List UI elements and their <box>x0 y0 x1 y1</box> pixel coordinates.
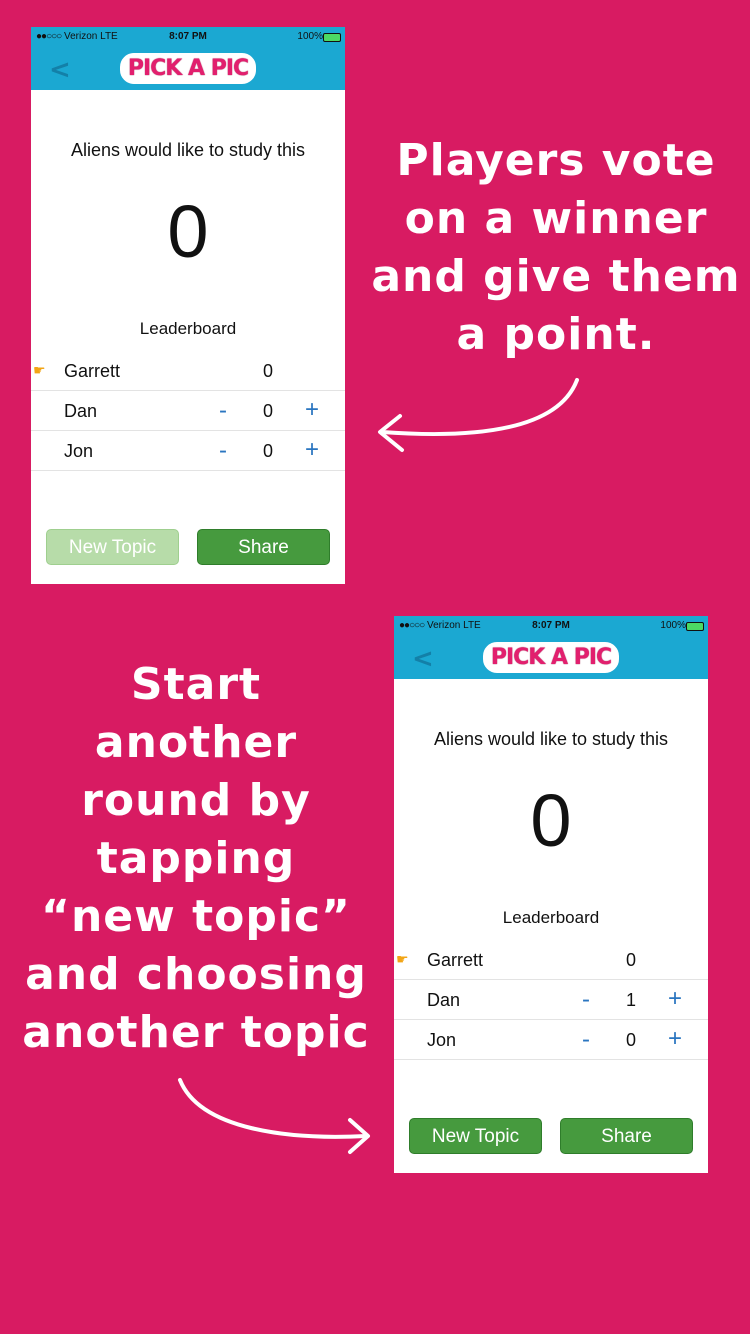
player-name: Jon <box>64 441 94 461</box>
nav-bar: < PICK A PIC <box>394 636 708 679</box>
player-points: 0 <box>263 401 274 421</box>
decrement-button[interactable]: - <box>582 986 590 1014</box>
caption-line: another topic <box>22 1007 370 1058</box>
arrow-to-new-topic-icon <box>178 1078 370 1154</box>
caption-line: Players vote <box>396 135 716 186</box>
battery-percent: 100% <box>297 31 323 42</box>
leaderboard-row: ☛ Garrett 0 <box>394 940 708 980</box>
increment-button[interactable]: + <box>668 1025 682 1053</box>
status-bar: ●●○○○ Verizon LTE 8:07 PM 100% <box>31 27 345 47</box>
player-name: Garrett <box>427 950 484 970</box>
caption-line: “new topic” <box>41 891 351 942</box>
player-points: 0 <box>626 1030 637 1050</box>
battery-icon <box>686 622 704 631</box>
player-points: 0 <box>263 441 274 461</box>
caption-line: round by <box>81 775 311 826</box>
player-name: Dan <box>427 990 461 1010</box>
player-points: 0 <box>263 361 274 381</box>
caption-line: a point. <box>456 309 656 360</box>
phone-screen-new-round: ●●○○○ Verizon LTE 8:07 PM 100% < PICK A … <box>394 616 708 1173</box>
increment-button[interactable]: + <box>668 985 682 1013</box>
decrement-button[interactable]: - <box>219 437 227 465</box>
logo-text: PICK A PIC <box>482 642 620 673</box>
nav-bar: < PICK A PIC <box>31 47 345 90</box>
action-buttons: New Topic Share <box>409 1118 693 1154</box>
new-round-caption: Start another round by tapping “new topi… <box>10 656 382 1062</box>
increment-button[interactable]: + <box>305 396 319 424</box>
increment-button[interactable]: + <box>305 436 319 464</box>
leaderboard-row: Dan - 0 + <box>31 391 345 431</box>
player-points: 1 <box>626 990 637 1010</box>
phone-screen-vote: ●●○○○ Verizon LTE 8:07 PM 100% < PICK A … <box>31 27 345 584</box>
round-score: 0 <box>530 779 572 862</box>
leaderboard-list: ☛ Garrett 0 Dan - 1 + Jon - 0 + <box>394 940 708 1060</box>
decrement-button[interactable]: - <box>219 397 227 425</box>
player-name: Garrett <box>64 361 121 381</box>
caption-line: tapping <box>96 833 296 884</box>
player-points: 0 <box>626 950 637 970</box>
decrement-button[interactable]: - <box>582 1026 590 1054</box>
pointing-hand-icon: ☛ <box>396 951 409 967</box>
vote-caption: Players vote on a winner and give them a… <box>365 132 747 364</box>
leaderboard-title: Leaderboard <box>502 908 600 927</box>
leaderboard-title: Leaderboard <box>139 319 237 338</box>
new-topic-button[interactable]: New Topic <box>46 529 179 565</box>
logo-text: PICK A PIC <box>119 53 257 84</box>
leaderboard-row: ☛ Garrett 0 <box>31 351 345 391</box>
action-buttons: New Topic Share <box>46 529 330 565</box>
topic-title: Aliens would like to study this <box>70 140 306 160</box>
round-score: 0 <box>167 190 209 273</box>
status-bar: ●●○○○ Verizon LTE 8:07 PM 100% <box>394 616 708 636</box>
caption-line: Start <box>130 659 262 710</box>
caption-line: and give them <box>371 251 741 302</box>
player-name: Jon <box>427 1030 457 1050</box>
new-topic-button[interactable]: New Topic <box>409 1118 542 1154</box>
caption-line: on a winner <box>404 193 708 244</box>
share-button[interactable]: Share <box>560 1118 693 1154</box>
topic-title: Aliens would like to study this <box>433 729 669 749</box>
leaderboard-list: ☛ Garrett 0 Dan - 0 + Jon - 0 + <box>31 351 345 471</box>
pointing-hand-icon: ☛ <box>33 362 46 378</box>
app-logo: PICK A PIC <box>31 53 345 84</box>
battery-percent: 100% <box>660 620 686 631</box>
app-logo: PICK A PIC <box>394 642 708 673</box>
battery-icon <box>323 33 341 42</box>
share-button[interactable]: Share <box>197 529 330 565</box>
leaderboard-row: Dan - 1 + <box>394 980 708 1020</box>
player-name: Dan <box>64 401 98 421</box>
caption-line: and choosing <box>25 949 367 1000</box>
arrow-to-stepper-icon <box>378 378 579 452</box>
leaderboard-row: Jon - 0 + <box>394 1020 708 1060</box>
caption-line: another <box>94 717 298 768</box>
leaderboard-row: Jon - 0 + <box>31 431 345 471</box>
